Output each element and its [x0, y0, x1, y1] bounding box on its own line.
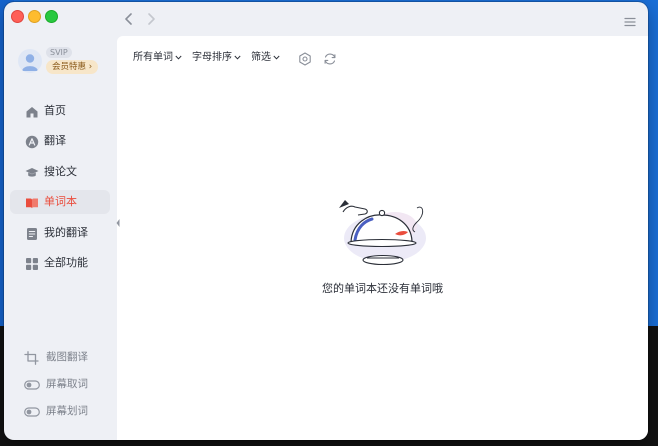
tool-label: 截图翻译 — [46, 351, 88, 363]
vip-offer-button[interactable]: 会员特惠 › — [46, 60, 99, 74]
settings-icon[interactable] — [298, 51, 312, 66]
sidebar-item-label: 首页 — [44, 104, 66, 117]
book-icon — [25, 195, 39, 209]
screen-selection-toggle[interactable]: 屏幕划词 — [24, 402, 114, 420]
home-icon — [25, 104, 39, 118]
title-bar — [4, 2, 648, 36]
graduation-cap-icon — [25, 165, 39, 179]
zoom-window-button[interactable] — [45, 10, 58, 23]
serving-cloche-illustration — [337, 196, 437, 272]
all-words-dropdown[interactable]: 所有单词 — [133, 50, 182, 66]
sidebar-item-label: 我的翻译 — [44, 226, 88, 239]
translate-icon — [25, 134, 39, 149]
toggle-icon — [24, 377, 40, 391]
dropdown-label: 筛选 — [251, 52, 271, 63]
sidebar-item-home[interactable]: 首页 — [10, 99, 110, 123]
app-window: SVIP 会员特惠 › 首页 翻译 搜论文 单词本 我的翻译 全部功能 截图翻译… — [4, 2, 648, 440]
avatar[interactable] — [18, 49, 42, 73]
vocabulary-panel: 所有单词 字母排序 筛选 您的单词本还没有单词哦 — [117, 36, 648, 440]
svip-badge: SVIP — [46, 47, 72, 58]
refresh-icon[interactable] — [323, 51, 337, 65]
sidebar-collapse-handle[interactable] — [114, 212, 122, 234]
close-window-button[interactable] — [11, 10, 24, 23]
sort-dropdown[interactable]: 字母排序 — [192, 50, 241, 66]
sidebar-item-label: 搜论文 — [44, 165, 77, 178]
sidebar: SVIP 会员特惠 › 首页 翻译 搜论文 单词本 我的翻译 全部功能 截图翻译… — [4, 36, 117, 440]
sidebar-item-my-translations[interactable]: 我的翻译 — [10, 221, 110, 245]
screen-word-pick-toggle[interactable]: 屏幕取词 — [24, 375, 114, 393]
sidebar-item-label: 单词本 — [44, 195, 77, 208]
chevron-right-icon[interactable] — [143, 11, 159, 27]
sidebar-item-vocabulary[interactable]: 单词本 — [10, 190, 110, 214]
filter-dropdown[interactable]: 筛选 — [251, 50, 280, 66]
crop-icon — [24, 350, 40, 365]
tool-label: 屏幕取词 — [46, 378, 88, 390]
screenshot-translate-button[interactable]: 截图翻译 — [24, 348, 114, 366]
sidebar-item-label: 全部功能 — [44, 256, 88, 269]
sidebar-item-translate[interactable]: 翻译 — [10, 129, 110, 153]
sidebar-item-search-papers[interactable]: 搜论文 — [10, 160, 110, 184]
document-icon — [25, 226, 39, 240]
dropdown-label: 字母排序 — [192, 52, 232, 63]
chevron-down-icon — [273, 55, 280, 60]
chevron-down-icon — [175, 55, 182, 60]
toggle-icon — [24, 404, 40, 418]
dropdown-label: 所有单词 — [133, 52, 173, 63]
tool-label: 屏幕划词 — [46, 405, 88, 417]
hamburger-menu-icon[interactable] — [624, 13, 636, 27]
sidebar-item-label: 翻译 — [44, 134, 66, 147]
minimize-window-button[interactable] — [28, 10, 41, 23]
grid-icon — [25, 256, 39, 270]
sidebar-item-all-features[interactable]: 全部功能 — [10, 251, 110, 275]
user-avatar-icon — [22, 54, 38, 71]
empty-state-message: 您的单词本还没有单词哦 — [322, 282, 443, 295]
chevron-left-icon[interactable] — [121, 11, 137, 27]
chevron-down-icon — [234, 55, 241, 60]
